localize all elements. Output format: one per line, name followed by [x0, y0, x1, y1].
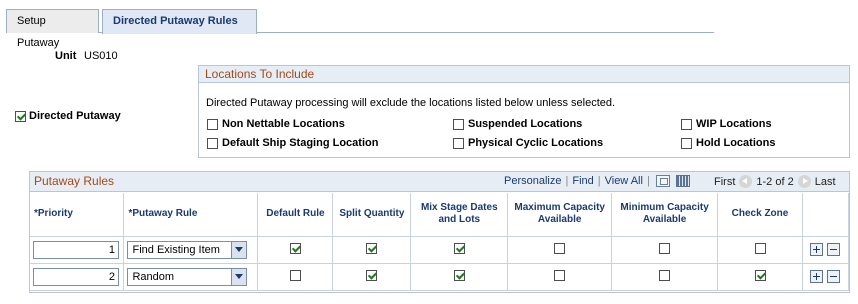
download-icon[interactable]: [675, 175, 690, 187]
column-header-default-rule[interactable]: Default Rule: [257, 193, 334, 237]
physical-cyclic-label: Physical Cyclic Locations: [468, 137, 604, 149]
grid-pager: First 1-2 of 2 Last: [714, 175, 836, 188]
priority-input[interactable]: 1: [33, 240, 119, 259]
next-arrow-icon[interactable]: [797, 175, 811, 188]
separator: |: [646, 175, 650, 187]
locations-group-title: Locations To Include: [199, 66, 849, 83]
column-header-max-capacity[interactable]: Maximum Capacity Available: [507, 193, 613, 237]
column-header-split-quantity[interactable]: Split Quantity: [332, 193, 412, 237]
find-link[interactable]: Find: [572, 175, 593, 187]
mix-stage-checkbox[interactable]: [453, 269, 465, 281]
grid-title: Putaway Rules: [34, 174, 115, 188]
split-quantity-checkbox[interactable]: [366, 242, 378, 254]
hold-label: Hold Locations: [696, 137, 776, 149]
location-option-default-ship-staging: Default Ship Staging Location: [207, 137, 378, 149]
location-option-wip: WIP Locations: [681, 118, 772, 130]
column-header-putaway-rule[interactable]: *Putaway Rule: [123, 193, 259, 237]
separator: |: [565, 175, 569, 187]
hold-checkbox[interactable]: [681, 137, 692, 149]
directed-putaway-option: Directed Putaway: [15, 110, 121, 122]
directed-putaway-checkbox[interactable]: [15, 110, 26, 122]
split-quantity-checkbox[interactable]: [366, 269, 378, 281]
wip-checkbox[interactable]: [681, 118, 692, 130]
non-nettable-checkbox[interactable]: [207, 118, 218, 130]
location-option-hold: Hold Locations: [681, 137, 775, 149]
location-option-non-nettable: Non Nettable Locations: [207, 118, 345, 130]
locations-to-include-group: Locations To Include Directed Putaway pr…: [198, 65, 850, 158]
putaway-rule-select[interactable]: Random: [127, 267, 248, 286]
column-header-mix-stage[interactable]: Mix Stage Dates and Lots: [410, 193, 509, 237]
table-header-row: *Priority *Putaway Rule Default Rule Spl…: [30, 193, 850, 237]
location-option-physical-cyclic: Physical Cyclic Locations: [453, 137, 603, 149]
last-link[interactable]: Last: [815, 176, 836, 188]
tab-directed-putaway-rules[interactable]: Directed Putaway Rules: [102, 9, 257, 34]
view-all-link[interactable]: View All: [605, 175, 643, 187]
putaway-rule-value: Find Existing Item: [132, 243, 220, 256]
non-nettable-label: Non Nettable Locations: [222, 118, 345, 130]
chevron-down-icon[interactable]: [231, 268, 247, 285]
tab-setup-putaway[interactable]: Setup Putaway: [6, 9, 99, 49]
max-capacity-checkbox[interactable]: [554, 269, 566, 281]
tab-bar: Setup Putaway Directed Putaway Rules: [6, 7, 714, 49]
directed-putaway-label: Directed Putaway: [29, 110, 121, 122]
delete-row-icon[interactable]: [827, 270, 841, 283]
default-ship-staging-checkbox[interactable]: [207, 137, 218, 149]
column-header-min-capacity[interactable]: Minimum Capacity Available: [611, 193, 719, 237]
min-capacity-checkbox[interactable]: [659, 269, 671, 281]
add-row-icon[interactable]: [810, 243, 824, 256]
previous-arrow-icon[interactable]: [739, 175, 753, 188]
personalize-link[interactable]: Personalize: [504, 175, 561, 187]
check-zone-checkbox[interactable]: [754, 242, 766, 254]
delete-row-icon[interactable]: [827, 243, 841, 256]
zoom-icon[interactable]: [655, 175, 670, 187]
chevron-down-icon[interactable]: [231, 241, 247, 258]
wip-label: WIP Locations: [696, 118, 772, 130]
check-zone-checkbox[interactable]: [754, 269, 766, 281]
putaway-rules-grid: Putaway Rules Personalize | Find | View …: [29, 171, 850, 293]
physical-cyclic-checkbox[interactable]: [453, 137, 464, 149]
page-range: 1-2 of 2: [756, 175, 794, 188]
first-link[interactable]: First: [714, 176, 735, 188]
mix-stage-checkbox[interactable]: [453, 242, 465, 254]
locations-description: Directed Putaway processing will exclude…: [206, 97, 616, 109]
max-capacity-checkbox[interactable]: [554, 242, 566, 254]
column-header-priority[interactable]: *Priority: [30, 193, 125, 237]
column-header-check-zone[interactable]: Check Zone: [717, 193, 803, 237]
grid-toolbar: Personalize | Find | View All |: [504, 175, 690, 187]
add-row-icon[interactable]: [810, 270, 824, 283]
putaway-rule-select[interactable]: Find Existing Item: [127, 240, 248, 259]
min-capacity-checkbox[interactable]: [659, 242, 671, 254]
column-header-actions: [802, 193, 850, 237]
default-rule-checkbox[interactable]: [289, 242, 301, 254]
priority-input[interactable]: 2: [33, 267, 119, 286]
suspended-checkbox[interactable]: [453, 118, 464, 130]
default-ship-staging-label: Default Ship Staging Location: [222, 137, 379, 149]
putaway-rules-table: *Priority *Putaway Rule Default Rule Spl…: [30, 193, 850, 291]
unit-label: Unit: [55, 50, 77, 62]
suspended-label: Suspended Locations: [468, 118, 583, 130]
default-rule-checkbox[interactable]: [289, 269, 301, 281]
separator: |: [597, 175, 601, 187]
table-row: 2 Random: [30, 263, 850, 291]
grid-header: Putaway Rules Personalize | Find | View …: [30, 172, 849, 192]
unit-value: US010: [84, 50, 118, 62]
location-option-suspended: Suspended Locations: [453, 118, 582, 130]
table-row: 1 Find Existing Item: [30, 236, 850, 264]
putaway-rule-value: Random: [132, 270, 175, 283]
